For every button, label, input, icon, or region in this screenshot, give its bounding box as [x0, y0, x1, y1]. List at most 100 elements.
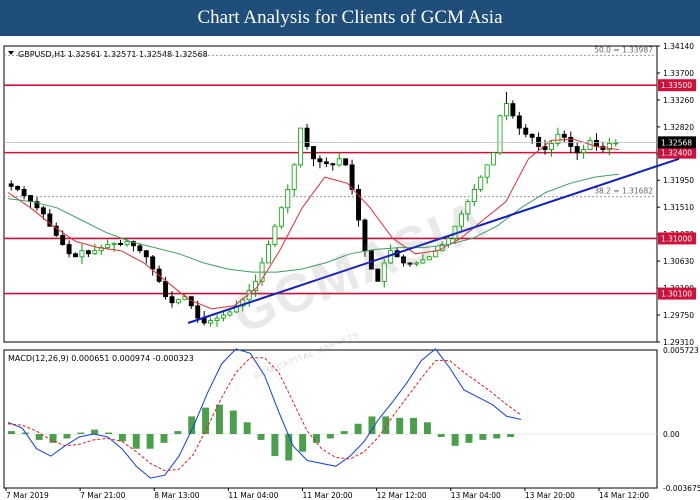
- candle-body: [208, 320, 214, 324]
- candle-body: [15, 185, 21, 190]
- candle-body: [92, 250, 98, 255]
- candle-body: [143, 250, 149, 258]
- candle-body: [317, 158, 323, 163]
- macd-histogram-bar: [423, 422, 431, 435]
- candle-body: [503, 103, 509, 117]
- macd-y-tick-label: -0.003675: [663, 484, 700, 493]
- y-tick-label: 1.32820: [663, 123, 694, 132]
- macd-histogram-bar: [105, 432, 112, 435]
- candle-body: [401, 256, 407, 264]
- candle-body: [285, 189, 291, 209]
- candle-body: [220, 314, 226, 319]
- macd-histogram-bar: [63, 434, 71, 439]
- macd-histogram-bar: [8, 431, 15, 435]
- candle-body: [118, 242, 124, 245]
- x-tick-label: 13 Mar 04:00: [451, 491, 501, 500]
- macd-histogram-bar: [493, 434, 501, 439]
- chart-banner-title: Chart Analysis for Clients of GCM Asia: [0, 0, 700, 36]
- candle-body: [311, 146, 316, 160]
- candle-body: [137, 245, 143, 252]
- x-tick-label: 14 Mar 12:00: [599, 491, 649, 500]
- candle-body: [536, 136, 542, 147]
- candle-body: [343, 158, 349, 166]
- candle-body: [323, 161, 329, 165]
- candle-body: [471, 189, 477, 203]
- y-tick-label: 1.31950: [663, 176, 694, 185]
- candle-body: [561, 133, 567, 138]
- candle-body: [381, 262, 387, 282]
- candle-body: [304, 127, 310, 147]
- macd-histogram-bar: [146, 434, 154, 449]
- macd-histogram-bar: [160, 434, 168, 443]
- candle-body: [497, 115, 503, 154]
- candle-body: [362, 219, 368, 252]
- macd-histogram-bar: [91, 429, 99, 435]
- candle-body: [163, 280, 169, 298]
- candle-body: [150, 256, 156, 270]
- x-tick-label: 12 Mar 12:00: [377, 491, 427, 500]
- candle-body: [413, 262, 419, 265]
- macd-histogram-bar: [215, 404, 223, 435]
- candle-body: [407, 262, 413, 265]
- candle-body: [426, 256, 432, 261]
- macd-histogram-bar: [410, 417, 418, 435]
- macd-histogram-bar: [285, 434, 293, 461]
- candle-body: [169, 296, 175, 304]
- current-price-label: 1.32568: [661, 138, 692, 147]
- macd-histogram-bar: [326, 434, 334, 439]
- macd-histogram-bar: [396, 417, 404, 435]
- candle-body: [336, 158, 342, 166]
- candle-body: [613, 142, 619, 145]
- x-tick-label: 8 Mar 13:00: [154, 491, 200, 500]
- candle-body: [458, 213, 464, 227]
- candle-body: [124, 241, 130, 245]
- candle-body: [227, 311, 233, 316]
- fib-level-label: 38.2 = 1.31682: [594, 187, 653, 196]
- x-tick-label: 7 Mar 2019: [6, 491, 49, 500]
- candle-body: [21, 189, 27, 196]
- candle-body: [478, 176, 484, 190]
- candle-body: [298, 127, 304, 166]
- candle-body: [266, 244, 271, 264]
- x-tick-label: 11 Mar 04:00: [228, 491, 278, 500]
- price-chart-svg[interactable]: GBPUSD,H1 1.32561 1.32571 1.32548 1.3256…: [0, 36, 700, 500]
- candle-body: [175, 299, 181, 304]
- candle-body: [420, 259, 426, 264]
- candle-body: [291, 164, 297, 190]
- macd-histogram-bar: [299, 434, 307, 452]
- candle-body: [529, 133, 535, 138]
- macd-histogram-bar: [271, 434, 279, 457]
- candle-body: [510, 103, 516, 117]
- candle-body: [66, 244, 72, 255]
- y-tick-label: 1.33260: [663, 96, 694, 105]
- candle-body: [79, 250, 85, 258]
- macd-histogram-bar: [451, 434, 459, 446]
- level-price-label: 1.31000: [661, 234, 692, 243]
- macd-histogram-bar: [174, 431, 182, 435]
- chart-area[interactable]: GBPUSD,H1 1.32561 1.32571 1.32548 1.3256…: [0, 36, 700, 500]
- macd-histogram-bar: [257, 434, 265, 440]
- candle-body: [105, 244, 111, 249]
- candle-body: [28, 195, 33, 203]
- candle-body: [491, 152, 497, 166]
- candle-body: [278, 207, 284, 227]
- macd-histogram-bar: [35, 434, 43, 440]
- x-tick-label: 13 Mar 20:00: [525, 491, 575, 500]
- candle-body: [85, 250, 91, 255]
- macd-y-tick-label: 0.00: [663, 430, 680, 439]
- candle-body: [516, 115, 522, 129]
- candle-body: [272, 225, 278, 245]
- candle-body: [111, 242, 117, 245]
- macd-histogram-bar: [313, 434, 320, 443]
- fib-level-label: 50.0 = 1.33987: [594, 45, 653, 54]
- x-tick-label: 11 Mar 20:00: [303, 491, 353, 500]
- macd-histogram-bar: [354, 423, 362, 435]
- macd-histogram-bar: [243, 422, 251, 435]
- y-tick-label: 1.34140: [663, 42, 694, 51]
- y-tick-label: 1.33700: [663, 69, 694, 78]
- candle-body: [368, 250, 374, 270]
- macd-y-tick-label: 0.005723: [663, 346, 699, 355]
- macd-histogram-bar: [132, 434, 140, 449]
- candle-body: [60, 234, 66, 245]
- level-price-label: 1.32400: [661, 149, 692, 158]
